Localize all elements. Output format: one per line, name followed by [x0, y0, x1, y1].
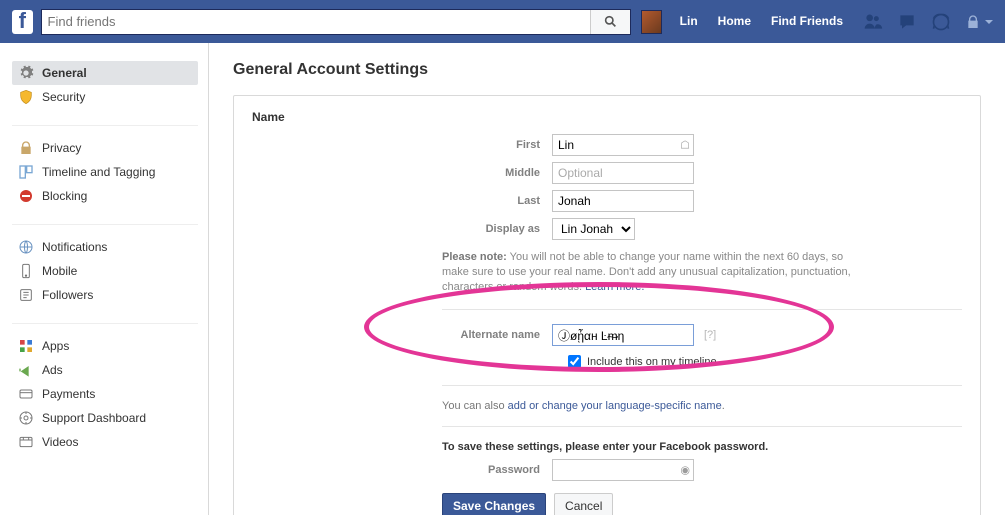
sidebar-item-blocking[interactable]: Blocking — [12, 184, 198, 208]
support-icon — [18, 410, 34, 426]
sidebar-item-general[interactable]: General — [12, 61, 198, 85]
messages-icon[interactable] — [897, 12, 917, 32]
ads-icon — [18, 362, 34, 378]
section-name-label: Name — [252, 110, 962, 124]
display-as-select[interactable]: Lin Jonah — [552, 218, 635, 240]
label-alternate: Alternate name — [252, 329, 552, 341]
middle-name-field[interactable] — [552, 162, 694, 184]
sidebar-item-payments[interactable]: Payments — [12, 382, 198, 406]
sidebar-item-label: Security — [42, 90, 85, 104]
settings-content: General Account Settings Name First ☖ Mi… — [209, 43, 1005, 515]
sidebar-item-security[interactable]: Security — [12, 85, 198, 109]
lang-text-post: . — [722, 400, 725, 412]
include-timeline-checkbox[interactable] — [568, 355, 581, 368]
password-eye-icon: ◉ — [680, 464, 690, 477]
timeline-icon — [18, 164, 34, 180]
sidebar-item-label: Apps — [42, 339, 69, 353]
sidebar-item-label: Notifications — [42, 240, 107, 254]
chevron-down-icon — [985, 20, 993, 24]
lang-text-pre: You can also — [442, 400, 508, 412]
lock-icon — [18, 140, 34, 156]
help-icon[interactable]: [?] — [704, 329, 716, 341]
label-password: Password — [252, 464, 552, 476]
mobile-icon — [18, 263, 34, 279]
notifications-icon[interactable] — [931, 12, 951, 32]
sidebar-item-timeline[interactable]: Timeline and Tagging — [12, 160, 198, 184]
lock-icon — [965, 14, 981, 30]
sidebar-item-label: General — [42, 66, 87, 80]
search-button[interactable] — [590, 10, 630, 34]
label-middle: Middle — [252, 167, 552, 179]
contact-card-icon: ☖ — [680, 139, 690, 152]
sidebar-item-videos[interactable]: Videos — [12, 430, 198, 454]
apps-icon — [18, 338, 34, 354]
followers-icon — [18, 287, 34, 303]
alternate-name-field[interactable] — [552, 324, 694, 346]
search-input[interactable] — [41, 9, 631, 35]
friend-requests-icon[interactable] — [863, 12, 883, 32]
nav-user-name[interactable]: Lin — [670, 0, 708, 43]
shield-icon — [18, 89, 34, 105]
sidebar-item-label: Privacy — [42, 141, 81, 155]
sidebar-item-apps[interactable]: Apps — [12, 334, 198, 358]
name-change-note: Please note: You will not be able to cha… — [442, 250, 872, 295]
first-name-field[interactable] — [552, 134, 694, 156]
label-first: First — [252, 139, 552, 151]
sidebar-item-label: Support Dashboard — [42, 411, 146, 425]
sidebar-item-label: Mobile — [42, 264, 77, 278]
sidebar-item-privacy[interactable]: Privacy — [12, 136, 198, 160]
cancel-button[interactable]: Cancel — [554, 493, 613, 515]
blocking-icon — [18, 188, 34, 204]
sidebar-item-label: Videos — [42, 435, 78, 449]
language-name-link[interactable]: add or change your language-specific nam… — [508, 400, 722, 412]
sidebar-item-notifications[interactable]: Notifications — [12, 235, 198, 259]
label-display-as: Display as — [252, 223, 552, 235]
password-prompt: To save these settings, please enter you… — [442, 441, 962, 453]
videos-icon — [18, 434, 34, 450]
sidebar-item-followers[interactable]: Followers — [12, 283, 198, 307]
sidebar-item-support[interactable]: Support Dashboard — [12, 406, 198, 430]
settings-sidebar: General Security Privacy Timeline and Ta… — [0, 43, 198, 515]
nav-home[interactable]: Home — [708, 0, 761, 43]
sidebar-item-label: Ads — [42, 363, 63, 377]
page-title: General Account Settings — [233, 61, 981, 79]
last-name-field[interactable] — [552, 190, 694, 212]
search-icon — [604, 15, 617, 28]
sidebar-item-label: Payments — [42, 387, 95, 401]
globe-icon — [18, 239, 34, 255]
sidebar-item-label: Blocking — [42, 189, 87, 203]
sidebar-item-label: Followers — [42, 288, 93, 302]
avatar[interactable] — [641, 10, 662, 34]
sidebar-item-mobile[interactable]: Mobile — [12, 259, 198, 283]
password-field[interactable] — [552, 459, 694, 481]
payments-icon — [18, 386, 34, 402]
include-timeline-label: Include this on my timeline — [587, 356, 717, 368]
sidebar-item-label: Timeline and Tagging — [42, 165, 155, 179]
label-last: Last — [252, 195, 552, 207]
learn-more-link[interactable]: Learn more. — [585, 281, 644, 293]
sidebar-item-ads[interactable]: Ads — [12, 358, 198, 382]
nav-find-friends[interactable]: Find Friends — [761, 0, 853, 43]
settings-menu-button[interactable] — [965, 14, 993, 30]
gear-icon — [18, 65, 34, 81]
save-button[interactable]: Save Changes — [442, 493, 546, 515]
facebook-logo[interactable]: f — [12, 10, 33, 34]
